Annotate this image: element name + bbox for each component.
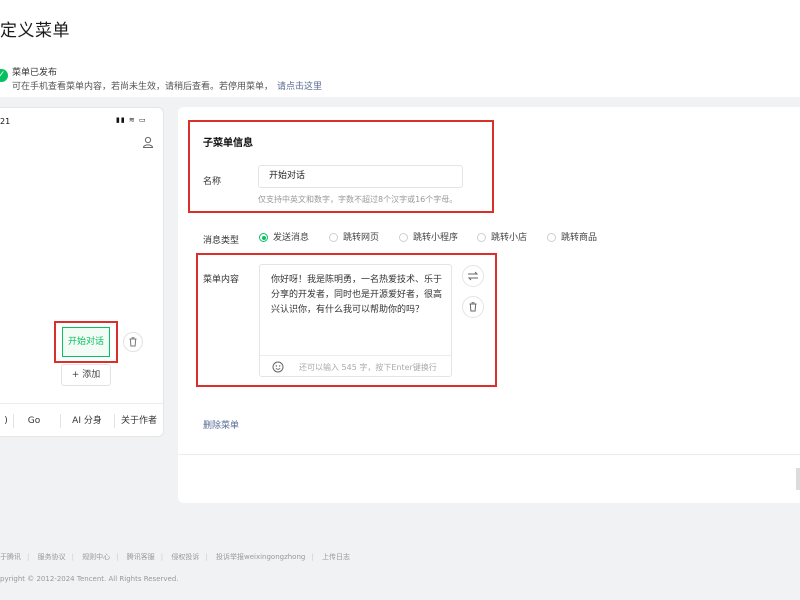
radio-shop-label[interactable]: 跳转小店 <box>491 233 527 243</box>
radio-web-page-label[interactable]: 跳转网页 <box>343 233 379 243</box>
radio-send-message-label[interactable]: 发送消息 <box>273 233 309 243</box>
notice-title: 菜单已发布 <box>12 68 58 78</box>
trash-icon <box>469 302 477 312</box>
char-counter: 还可以输入 545 字，按下Enter键换行 <box>299 363 437 372</box>
name-input[interactable]: 开始对话 <box>258 165 463 188</box>
menubar-item-ai[interactable]: AI 分身 <box>61 404 113 438</box>
radio-web-page[interactable] <box>329 233 338 242</box>
menubar-item-go[interactable]: Go <box>14 404 54 438</box>
top-area: 定义菜单 <box>0 0 800 57</box>
phone-menubar: ) Go AI 分身 关于作者 <box>0 403 163 437</box>
swap-icon <box>467 271 479 281</box>
menu-content-label: 菜单内容 <box>203 275 240 285</box>
check-circle-icon: ✓ <box>0 69 8 82</box>
publish-notice: ✓ 菜单已发布 可在手机查看菜单内容，若尚未生效，请稍后查看。若停用菜单， 请点击… <box>0 57 800 97</box>
footer-link[interactable]: 投诉举报weixingongzhong <box>216 553 305 561</box>
radio-product-label[interactable]: 跳转商品 <box>561 233 597 243</box>
radio-mini-program[interactable] <box>399 233 408 242</box>
footer-link[interactable]: 腾讯客服 <box>127 553 155 561</box>
footer-link[interactable]: 服务协议 <box>38 553 66 561</box>
notice-body: 可在手机查看菜单内容，若尚未生效，请稍后查看。若停用菜单， <box>12 82 274 92</box>
radio-mini-program-label[interactable]: 跳转小程序 <box>413 233 458 243</box>
menubar-item-partial[interactable]: ) <box>0 404 12 438</box>
menu-content-editor[interactable]: 你好呀！我是陈明勇，一名热爱技术、乐于分享的开发者，同时也是开源爱好者，很高兴认… <box>259 264 452 377</box>
submenu-section-title: 子菜单信息 <box>203 138 253 149</box>
radio-shop[interactable] <box>477 233 486 242</box>
message-type-label: 消息类型 <box>203 236 240 246</box>
panel-divider <box>178 454 800 455</box>
footer-links: 于腾讯 | 服务协议 | 规则中心 | 腾讯客服 | 侵权投诉 | 投诉举报weixing… <box>0 553 350 561</box>
name-label: 名称 <box>203 177 222 187</box>
add-menu-button[interactable]: + 添加 <box>61 364 111 386</box>
footer-link[interactable]: 于腾讯 <box>0 553 21 561</box>
footer-link[interactable]: 侵权投诉 <box>171 553 199 561</box>
footer-link[interactable]: 规则中心 <box>82 553 110 561</box>
footer-link[interactable]: 上传日志 <box>322 553 350 561</box>
name-hint: 仅支持中英文和数字，字数不超过8个汉字或16个字母。 <box>258 195 458 204</box>
delete-menu-link[interactable]: 删除菜单 <box>203 418 239 431</box>
preview-trash-button[interactable] <box>123 332 143 352</box>
phone-time: 21 <box>0 117 11 126</box>
phone-preview: 21 ▮▮ ≋ ▭ 开始对话 + 添加 ) Go AI 分身 关于作者 <box>0 107 164 437</box>
menubar-item-about[interactable]: 关于作者 <box>115 404 163 438</box>
copyright: pyright © 2012-2024 Tencent. All Rights … <box>0 575 179 583</box>
preview-menu-button[interactable]: 开始对话 <box>62 327 110 357</box>
emoji-icon[interactable] <box>272 361 284 373</box>
notice-text: 可在手机查看菜单内容，若尚未生效，请稍后查看。若停用菜单， 请点击这里 <box>12 79 322 92</box>
content-delete-button[interactable] <box>462 296 484 318</box>
phone-status-icons: ▮▮ ≋ ▭ <box>116 116 147 124</box>
radio-product[interactable] <box>547 233 556 242</box>
scroll-edge <box>796 468 800 490</box>
trash-icon <box>129 337 137 347</box>
radio-send-message[interactable] <box>259 233 268 242</box>
page-title: 定义菜单 <box>0 21 70 41</box>
user-icon[interactable] <box>142 136 154 148</box>
notice-link[interactable]: 请点击这里 <box>277 82 322 92</box>
swap-button[interactable] <box>462 265 484 287</box>
menu-content-text[interactable]: 你好呀！我是陈明勇，一名热爱技术、乐于分享的开发者，同时也是开源爱好者，很高兴认… <box>271 273 446 318</box>
preview-highlight: 开始对话 <box>54 321 118 363</box>
editor-footer: 还可以输入 545 字，按下Enter键换行 <box>260 355 451 377</box>
